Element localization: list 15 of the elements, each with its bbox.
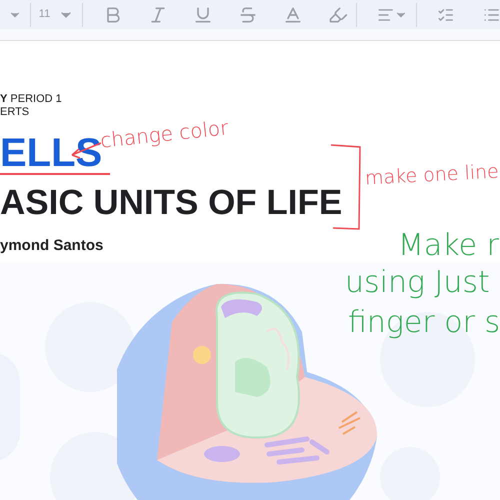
handwritten-note: Make r	[398, 227, 499, 265]
underline-icon[interactable]	[193, 4, 214, 24]
text-color-icon[interactable]	[283, 4, 304, 24]
highlighter-icon[interactable]	[328, 4, 348, 24]
strikethrough-icon[interactable]	[238, 4, 258, 24]
header-text: Y PERIOD 1	[0, 93, 62, 106]
handwritten-note: using Just	[345, 264, 490, 302]
handwritten-note: finger or s	[348, 304, 500, 342]
arrow-icon	[70, 141, 102, 161]
header-text: ERTS	[0, 106, 30, 119]
font-size-dropdown[interactable]: 11	[38, 6, 74, 23]
handwritten-note: change color	[99, 114, 230, 153]
handwritten-note: make one line	[364, 160, 500, 192]
subtitle-text: ASIC UNITS OF LIFE	[0, 183, 342, 223]
author-text: ymond Santos	[0, 236, 104, 256]
